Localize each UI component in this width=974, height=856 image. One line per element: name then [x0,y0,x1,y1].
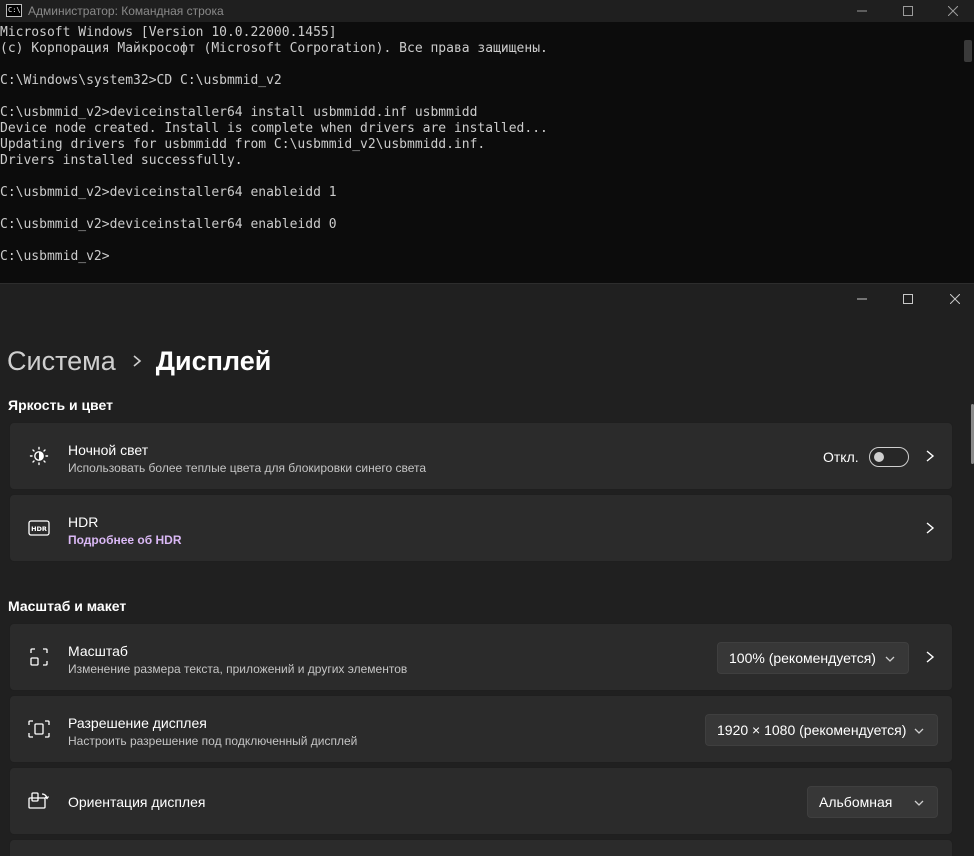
orientation-dropdown-value: Альбомная [819,794,893,810]
cmd-line: Microsoft Windows [Version 10.0.22000.14… [0,25,337,40]
scale-icon [28,646,50,668]
chevron-down-icon [885,656,895,662]
hdr-card[interactable]: HDR HDR Подробнее об HDR [9,494,953,562]
maximize-icon [903,294,913,304]
scale-subtitle: Изменение размера текста, приложений и д… [68,662,408,676]
cmd-line [0,233,548,249]
toggle-knob [874,452,884,462]
maximize-button[interactable] [885,0,931,22]
cmd-output[interactable]: Microsoft Windows [Version 10.0.22000.14… [0,25,548,265]
night-light-title: Ночной свет [68,442,149,458]
night-light-subtitle: Использовать более теплые цвета для блок… [68,461,427,475]
chevron-down-icon [914,800,924,806]
chevron-right-icon[interactable] [922,649,938,665]
cmd-line [0,57,548,73]
chevron-right-icon[interactable] [922,448,938,464]
resolution-dropdown[interactable]: 1920 × 1080 (рекомендуется) [705,714,938,746]
terminal-icon [6,4,22,17]
resolution-card[interactable]: Разрешение дисплея Настроить разрешение … [9,695,953,763]
settings-minimize-button[interactable] [839,284,885,314]
chevron-right-icon[interactable] [922,520,938,536]
svg-text:HDR: HDR [31,525,47,533]
cmd-line: Updating drivers for usbmmidd from C:\us… [0,137,486,152]
cmd-line: Drivers installed successfully. [0,153,243,168]
resolution-title: Разрешение дисплея [68,715,207,731]
night-light-toggle[interactable] [869,447,909,467]
cmd-window-title: Администратор: Командная строка [28,4,224,18]
settings-close-button[interactable] [932,284,974,314]
chevron-down-icon [914,728,924,734]
cmd-line [0,89,548,105]
cmd-line: C:\usbmmid_v2>deviceinstaller64 install … [0,105,478,120]
orientation-icon [28,790,50,812]
orientation-title: Ориентация дисплея [68,794,206,810]
cmd-line: C:\Windows\system32>CD C:\usbmmid_v2 [0,73,282,88]
night-light-card[interactable]: Ночной свет Использовать более теплые цв… [9,422,953,490]
scale-dropdown-value: 100% (рекомендуется) [729,650,876,666]
resolution-dropdown-value: 1920 × 1080 (рекомендуется) [717,722,907,738]
cmd-line: C:\usbmmid_v2>deviceinstaller64 enableid… [0,217,337,232]
section-title-brightness: Яркость и цвет [8,397,113,413]
cmd-line: C:\usbmmid_v2> [0,249,110,264]
orientation-dropdown[interactable]: Альбомная [807,786,938,818]
settings-maximize-button[interactable] [885,284,931,314]
settings-window: Система Дисплей Яркость и цвет Ночной св… [0,283,974,856]
cmd-titlebar[interactable]: Администратор: Командная строка [0,0,974,22]
maximize-icon [903,6,913,16]
minimize-button[interactable] [839,0,885,22]
hdr-learn-more-link[interactable]: Подробнее об HDR [68,533,182,547]
close-button[interactable] [930,0,974,22]
resolution-icon [28,718,50,740]
breadcrumb: Система Дисплей [7,341,271,381]
cmd-window: Администратор: Командная строка Microsof… [0,0,974,283]
scale-dropdown[interactable]: 100% (рекомендуется) [717,642,909,674]
section-title-scale-layout: Масштаб и макет [8,598,127,614]
cmd-line: (c) Корпорация Майкрософт (Microsoft Cor… [0,41,548,56]
chevron-right-icon [132,354,142,368]
cmd-line: C:\usbmmid_v2>deviceinstaller64 enableid… [0,185,337,200]
resolution-subtitle: Настроить разрешение под подключенный ди… [68,734,358,748]
cmd-line: Device node created. Install is complete… [0,121,548,136]
hdr-icon: HDR [28,517,50,539]
cmd-scrollbar[interactable] [964,40,972,62]
next-setting-card[interactable] [9,839,953,856]
brightness-icon [28,445,50,467]
orientation-card[interactable]: Ориентация дисплея Альбомная [9,767,953,835]
breadcrumb-parent[interactable]: Система [7,346,116,377]
cmd-line [0,201,548,217]
hdr-title: HDR [68,514,99,530]
minimize-icon [857,298,867,300]
cmd-line [0,169,548,185]
close-icon [948,6,958,16]
scale-card[interactable]: Масштаб Изменение размера текста, прилож… [9,623,953,691]
page-title: Дисплей [155,345,272,376]
minimize-icon [857,10,867,12]
scale-title: Масштаб [68,643,128,659]
close-icon [950,294,960,304]
night-light-toggle-label: Откл. [823,449,859,465]
